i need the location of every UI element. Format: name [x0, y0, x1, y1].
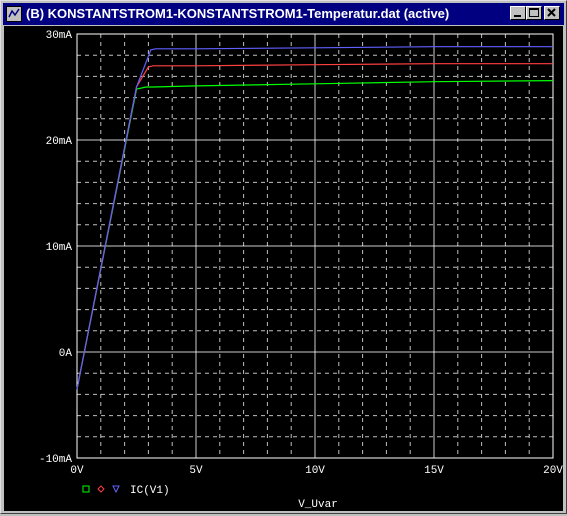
- legend-markers: [82, 485, 120, 494]
- legend-marker-diamond: [97, 485, 105, 493]
- legend-marker-triangle: [112, 485, 120, 494]
- x-tick-label: 0V: [70, 465, 84, 477]
- plot-area[interactable]: -10mA 0A 10mA 20mA 30mA 0V 5V 10V 15V 20V IC(V1)…: [4, 26, 563, 511]
- minimize-icon: [514, 15, 521, 17]
- window-title: (B) KONSTANTSTROM1-KONSTANTSTROM1-Temper…: [26, 6, 450, 21]
- x-tick-label: 10V: [305, 465, 325, 477]
- maximize-button[interactable]: [526, 6, 542, 20]
- legend[interactable]: IC(V1): [82, 485, 170, 497]
- app-icon[interactable]: [6, 6, 22, 22]
- title-bar[interactable]: (B) KONSTANTSTROM1-KONSTANTSTROM1-Temper…: [3, 3, 564, 25]
- probe-window: (B) KONSTANTSTROM1-KONSTANTSTROM1-Temper…: [0, 0, 567, 514]
- x-tick-label: 20V: [543, 465, 563, 477]
- y-tick-labels: -10mA 0A 10mA 20mA 30mA: [39, 30, 72, 466]
- y-tick-label: 0A: [59, 348, 73, 360]
- y-tick-label: 10mA: [46, 242, 73, 254]
- close-button[interactable]: [544, 6, 560, 20]
- y-tick-label: -10mA: [39, 454, 72, 466]
- legend-label: IC(V1): [130, 485, 170, 497]
- y-tick-label: 20mA: [46, 136, 73, 148]
- maximize-icon: [529, 8, 539, 17]
- chart-svg: -10mA 0A 10mA 20mA 30mA 0V 5V 10V 15V 20V IC(V1)…: [39, 30, 563, 511]
- x-tick-labels: 0V 5V 10V 15V 20V: [70, 465, 563, 477]
- y-tick-label: 30mA: [46, 30, 73, 42]
- minimize-button[interactable]: [510, 6, 526, 20]
- x-tick-label: 5V: [189, 465, 203, 477]
- legend-marker-square: [82, 485, 90, 493]
- close-icon: [547, 8, 556, 17]
- x-tick-label: 15V: [424, 465, 444, 477]
- x-axis-label: V_Uvar: [298, 499, 338, 511]
